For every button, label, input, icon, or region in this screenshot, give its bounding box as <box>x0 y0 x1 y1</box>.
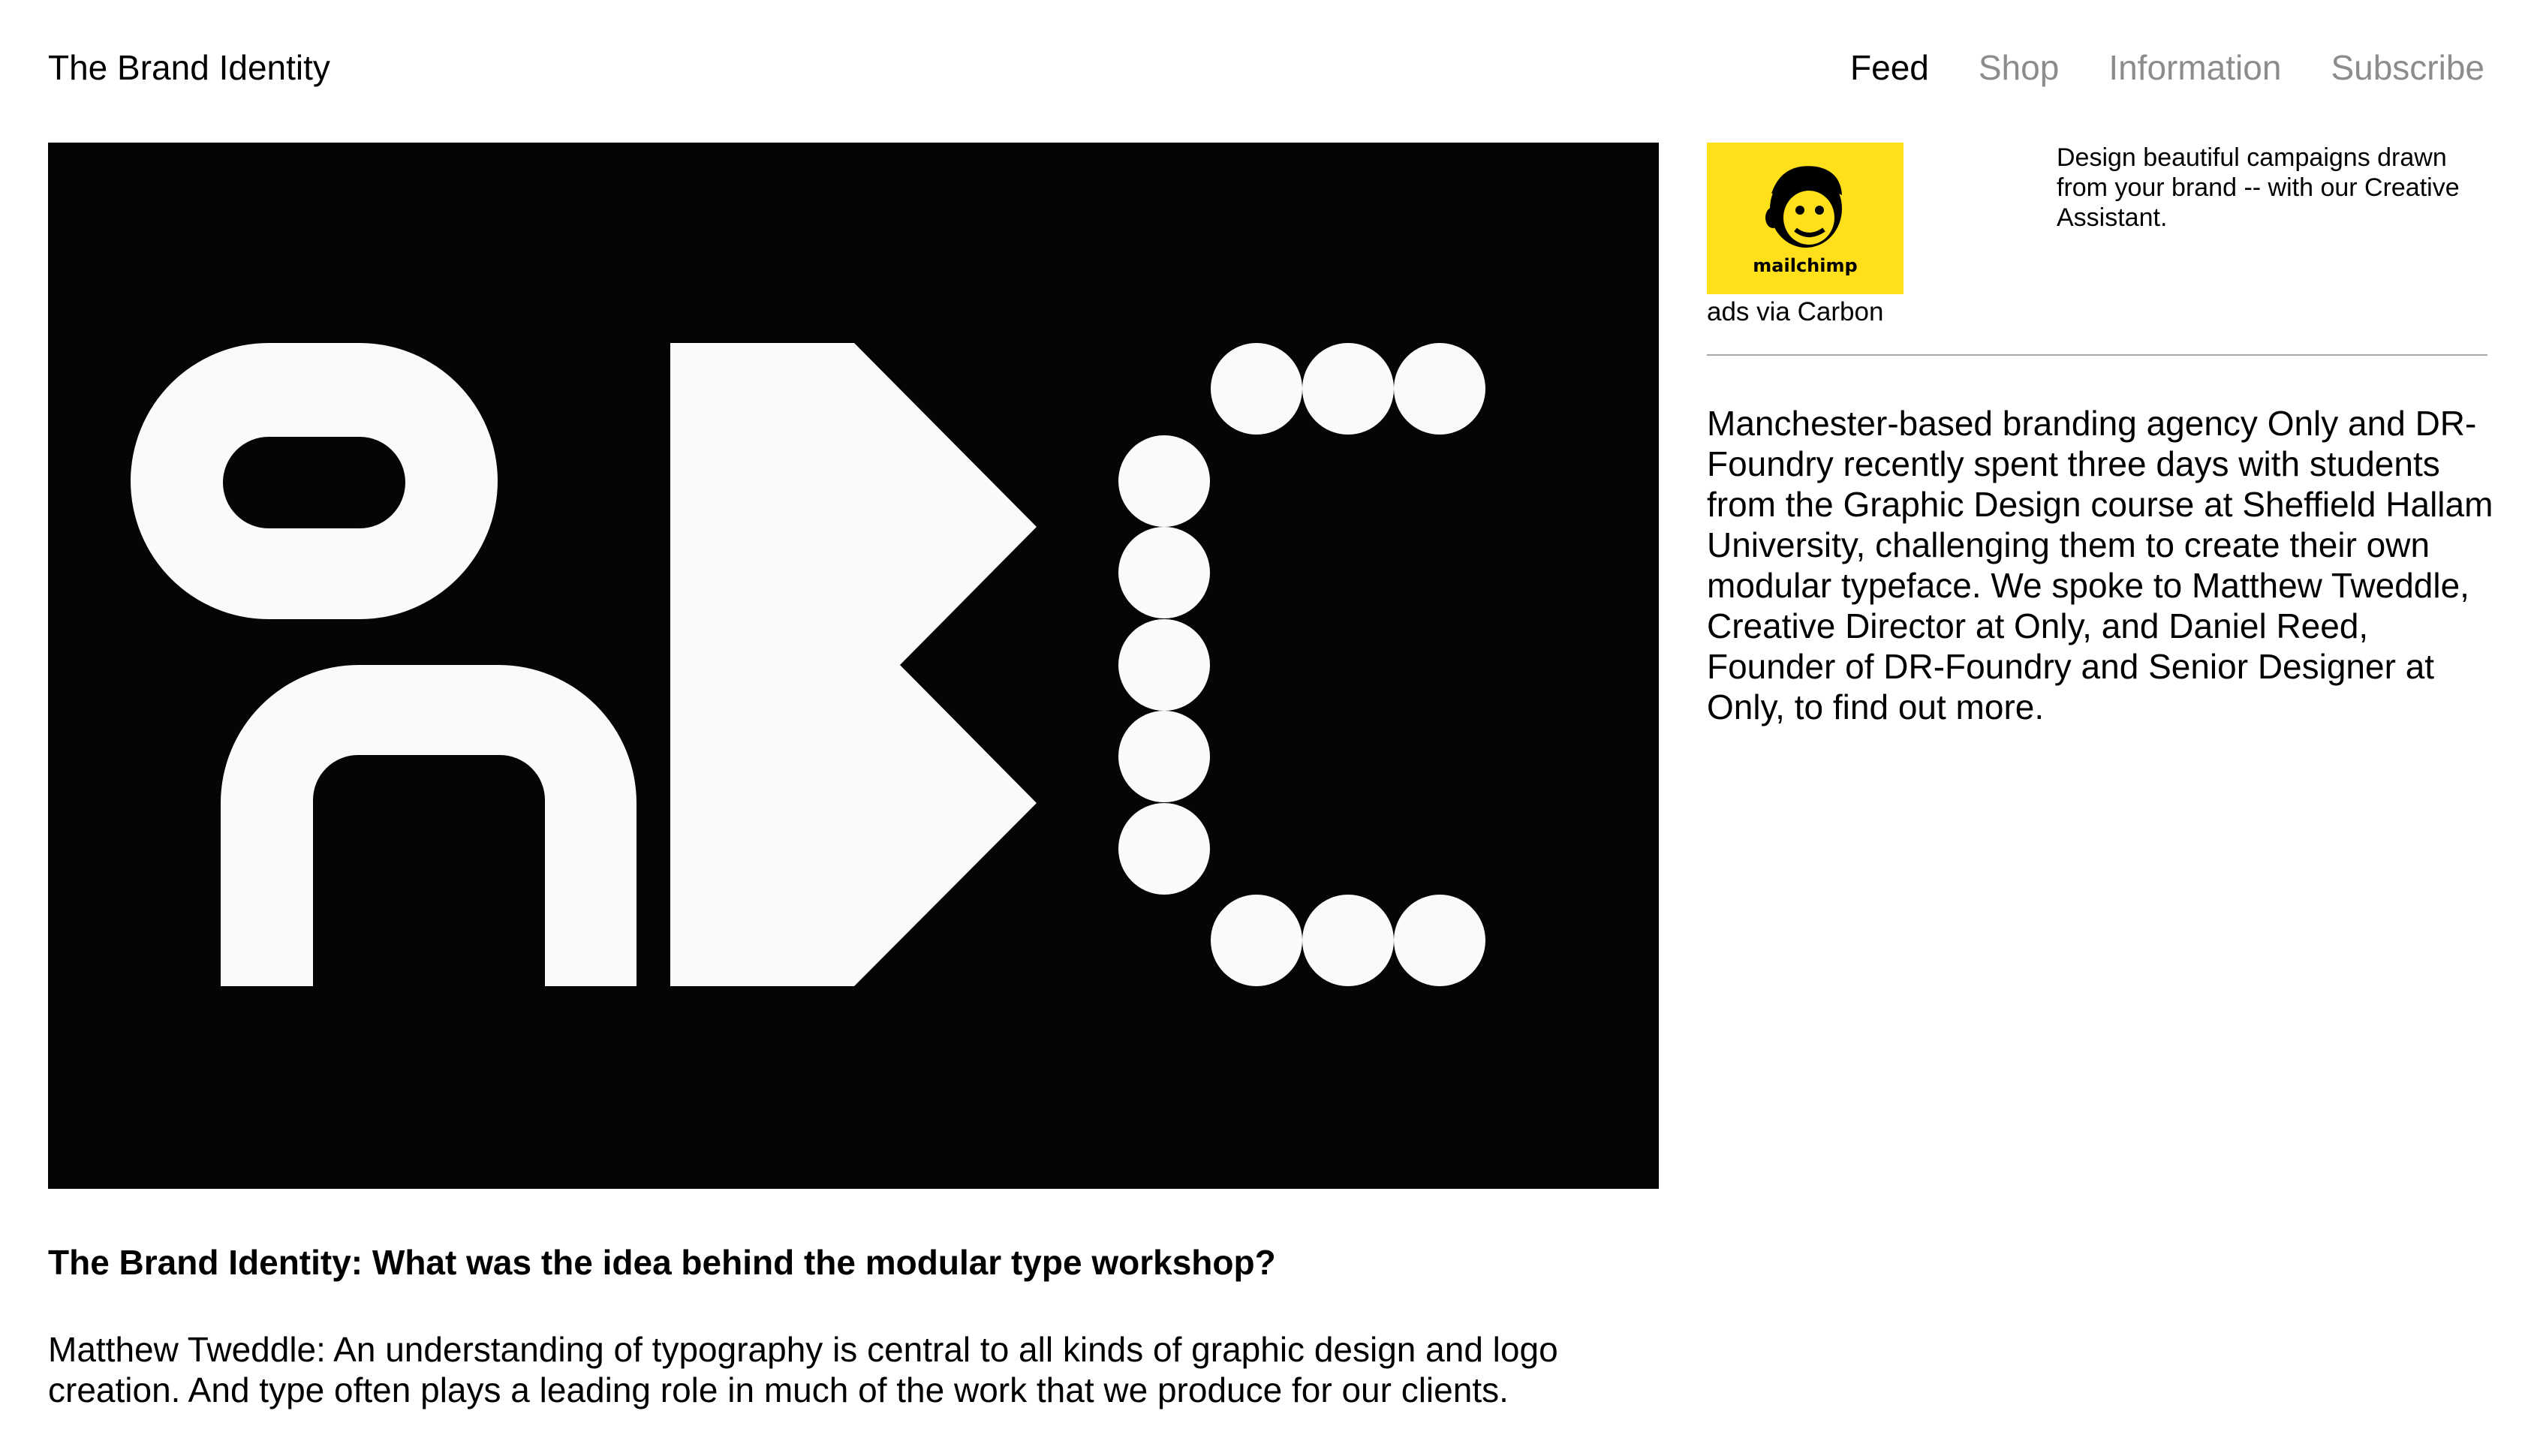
ad-logo-wordmark: mailchimp <box>1753 255 1858 276</box>
ad-via-label[interactable]: ads via Carbon <box>1707 297 1883 327</box>
article-answer: Matthew Tweddle: An understanding of typ… <box>48 1330 1558 1409</box>
glyph-u-shape <box>221 665 637 986</box>
article-question: The Brand Identity: What was the idea be… <box>48 1243 1276 1282</box>
ad-logo[interactable]: mailchimp <box>1707 143 1904 294</box>
hero-image <box>48 143 1659 1189</box>
ad-description[interactable]: Design beautiful campaigns drawn from yo… <box>2057 143 2487 233</box>
nav-feed[interactable]: Feed <box>1850 45 1929 90</box>
glyph-c-dots <box>1118 343 1485 986</box>
nav-shop[interactable]: Shop <box>1979 45 2059 90</box>
carbon-ad: mailchimp ads via Carbon Design beautifu… <box>1707 143 2487 338</box>
site-title[interactable]: The Brand Identity <box>48 45 330 90</box>
glyph-b <box>670 343 1037 986</box>
article-intro: Manchester-based branding agency Only an… <box>1707 404 2493 726</box>
main-nav: Feed Shop Information Subscribe <box>1850 45 2484 90</box>
nav-subscribe[interactable]: Subscribe <box>2331 45 2484 90</box>
sidebar-divider <box>1707 354 2487 356</box>
mailchimp-freddie-icon <box>1765 166 1842 248</box>
nav-information[interactable]: Information <box>2108 45 2281 90</box>
glyph-o-top <box>131 343 498 619</box>
